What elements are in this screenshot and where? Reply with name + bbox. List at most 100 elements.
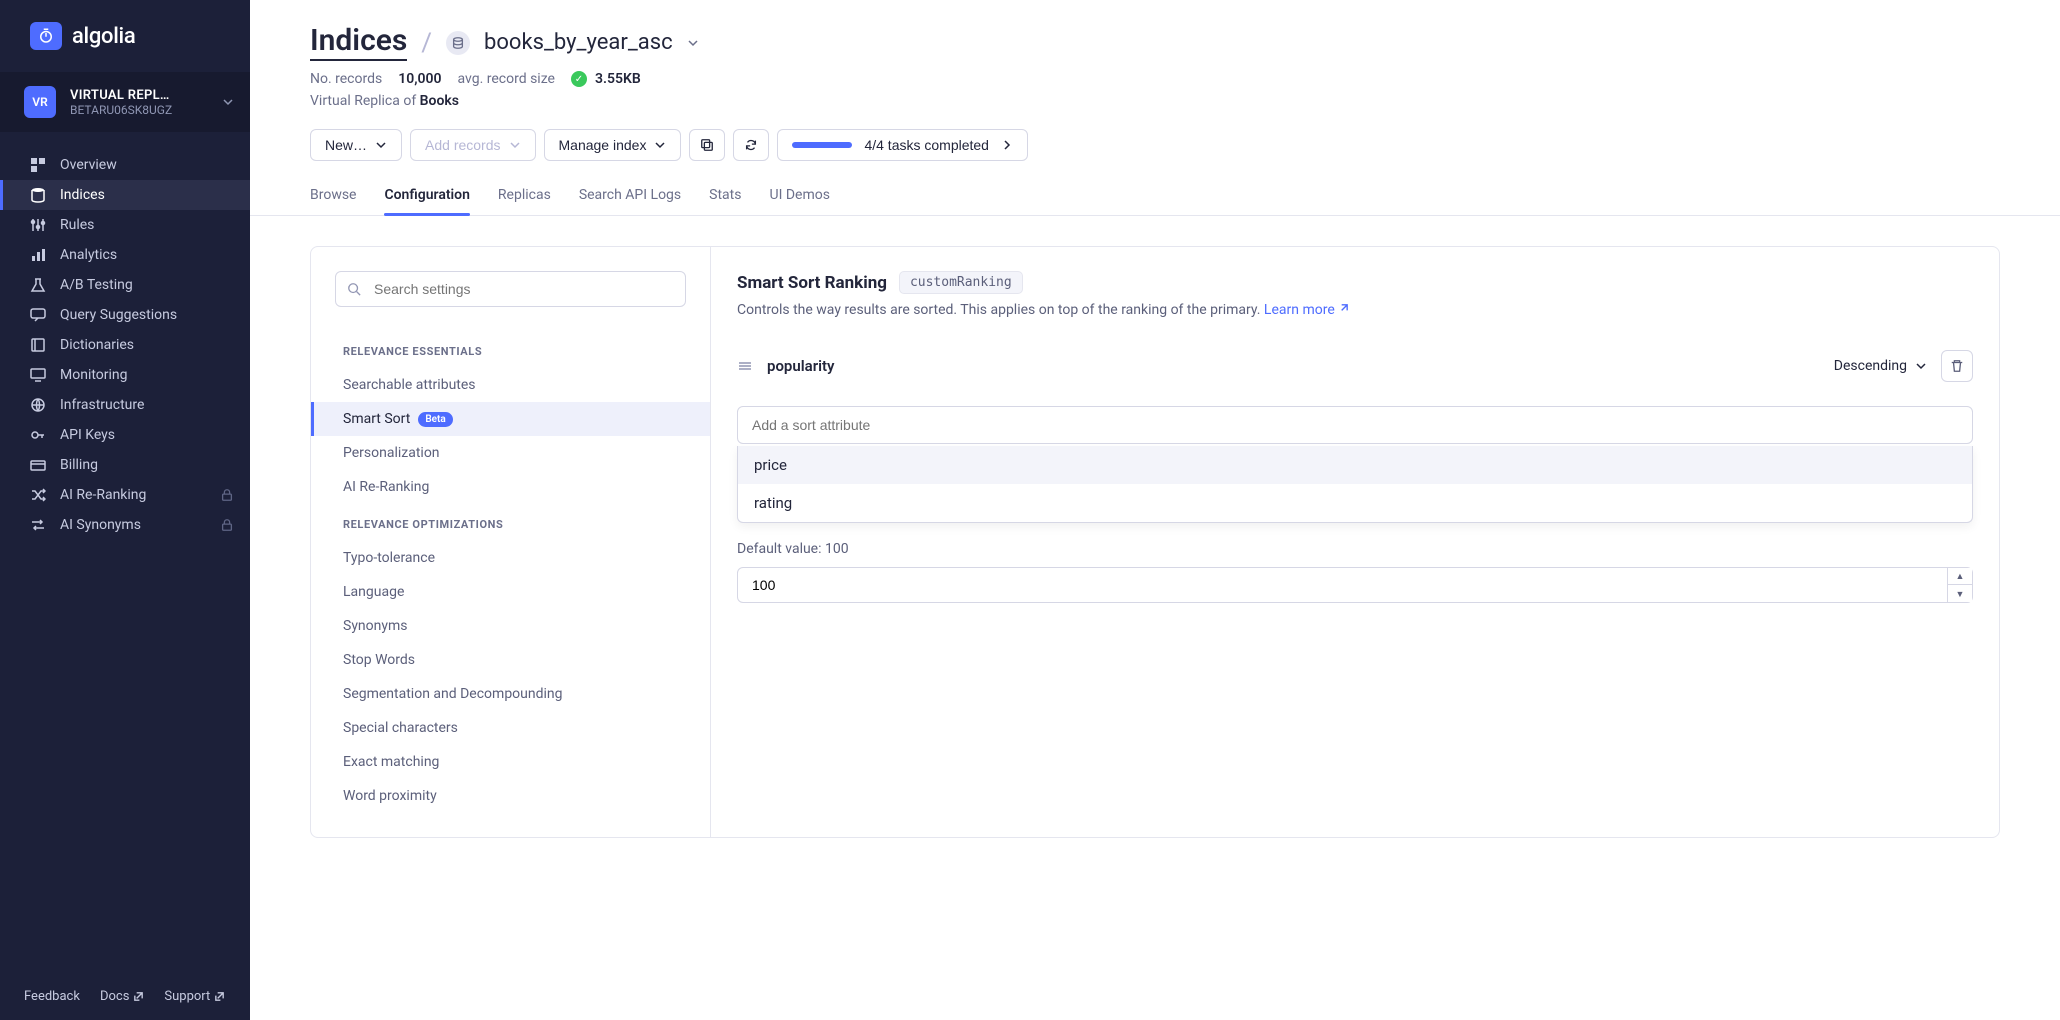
tab-replicas[interactable]: Replicas — [498, 187, 551, 215]
chevron-down-icon — [654, 139, 666, 151]
tab-browse[interactable]: Browse — [310, 187, 356, 215]
tab-search-api-logs[interactable]: Search API Logs — [579, 187, 681, 215]
setting-smart-sort[interactable]: Smart Sort Beta — [311, 402, 710, 436]
card-icon — [30, 457, 46, 473]
desc-text: Controls the way results are sorted. Thi… — [737, 302, 1264, 318]
sort-attribute-row: popularity Descending — [737, 344, 1973, 388]
breadcrumb-index[interactable]: books_by_year_asc — [484, 30, 673, 55]
search-settings-input[interactable] — [335, 271, 686, 307]
nav-label: Infrastructure — [60, 397, 144, 413]
tab-configuration[interactable]: Configuration — [384, 187, 469, 215]
setting-searchable-attributes[interactable]: Searchable attributes — [311, 368, 710, 402]
btn-label: New… — [325, 137, 367, 153]
setting-typo-tolerance[interactable]: Typo-tolerance — [311, 541, 710, 575]
setting-personalization[interactable]: Personalization — [311, 436, 710, 470]
external-icon — [214, 991, 225, 1002]
nav-indices[interactable]: Indices — [0, 180, 250, 210]
setting-exact-matching[interactable]: Exact matching — [311, 745, 710, 779]
refresh-button[interactable] — [733, 129, 769, 161]
nav-ai-reranking[interactable]: AI Re-Ranking — [0, 480, 250, 510]
flask-icon — [30, 277, 46, 293]
key-icon — [30, 427, 46, 443]
setting-synonyms[interactable]: Synonyms — [311, 609, 710, 643]
brand-logo[interactable]: algolia — [0, 0, 250, 72]
dropdown-option-rating[interactable]: rating — [738, 484, 1972, 522]
nav-infrastructure[interactable]: Infrastructure — [0, 390, 250, 420]
refresh-icon — [744, 138, 758, 152]
globe-icon — [30, 397, 46, 413]
sort-order-select[interactable]: Descending — [1834, 358, 1927, 374]
trash-icon — [1950, 359, 1964, 373]
link-text: Learn more — [1264, 302, 1335, 318]
setting-segmentation[interactable]: Segmentation and Decompounding — [311, 677, 710, 711]
dashboard-icon — [30, 157, 46, 173]
nav-label: Analytics — [60, 247, 117, 263]
nav-rules[interactable]: Rules — [0, 210, 250, 240]
lock-icon — [220, 518, 234, 532]
stepper-down[interactable]: ▼ — [1948, 585, 1972, 602]
manage-index-button[interactable]: Manage index — [544, 129, 682, 161]
avg-size-value: 3.55KB — [595, 71, 641, 87]
sort-attribute-label: popularity — [767, 357, 1820, 375]
copy-button[interactable] — [689, 129, 725, 161]
nav-query-suggestions[interactable]: Query Suggestions — [0, 300, 250, 330]
stepper-up[interactable]: ▲ — [1948, 568, 1972, 585]
brand-icon — [30, 22, 62, 50]
nav-ab-testing[interactable]: A/B Testing — [0, 270, 250, 300]
lock-icon — [220, 488, 234, 502]
footer-feedback[interactable]: Feedback — [24, 989, 80, 1004]
setting-label: Smart Sort — [343, 411, 410, 427]
chat-icon — [30, 307, 46, 323]
chevron-down-icon — [509, 139, 521, 151]
copy-icon — [700, 138, 714, 152]
sliders-icon — [30, 217, 46, 233]
chevron-down-icon[interactable] — [687, 37, 699, 49]
tasks-button[interactable]: 4/4 tasks completed — [777, 129, 1028, 161]
footer-label: Support — [164, 989, 210, 1004]
drag-handle-icon[interactable] — [737, 358, 753, 374]
nav-ai-synonyms[interactable]: AI Synonyms — [0, 510, 250, 540]
new-button[interactable]: New… — [310, 129, 402, 161]
setting-stop-words[interactable]: Stop Words — [311, 643, 710, 677]
nav-label: Query Suggestions — [60, 307, 177, 323]
progress-bar — [792, 142, 852, 148]
app-switcher[interactable]: VR VIRTUAL REPL… BETARU06SK8UGZ — [0, 72, 250, 132]
panel-title: Smart Sort Ranking — [737, 273, 887, 293]
footer-support[interactable]: Support — [164, 989, 225, 1004]
breadcrumb-separator: / — [421, 28, 432, 58]
database-icon — [446, 31, 470, 55]
chevron-down-icon — [222, 96, 234, 108]
book-icon — [30, 337, 46, 353]
database-icon — [30, 187, 46, 203]
setting-word-proximity[interactable]: Word proximity — [311, 779, 710, 813]
default-value-input[interactable] — [737, 567, 1948, 603]
tab-ui-demos[interactable]: UI Demos — [769, 187, 829, 215]
nav-label: Monitoring — [60, 367, 128, 383]
add-sort-attribute-input[interactable] — [737, 406, 1973, 444]
learn-more-link[interactable]: Learn more — [1264, 302, 1349, 318]
check-icon: ✓ — [571, 71, 587, 87]
dropdown-option-price[interactable]: price — [738, 446, 1972, 484]
nav-overview[interactable]: Overview — [0, 150, 250, 180]
nav-monitoring[interactable]: Monitoring — [0, 360, 250, 390]
nav-dictionaries[interactable]: Dictionaries — [0, 330, 250, 360]
nav-api-keys[interactable]: API Keys — [0, 420, 250, 450]
records-label: No. records — [310, 71, 382, 87]
replica-primary[interactable]: Books — [420, 93, 459, 109]
delete-button[interactable] — [1941, 350, 1973, 382]
setting-language[interactable]: Language — [311, 575, 710, 609]
breadcrumb-root[interactable]: Indices — [310, 24, 407, 61]
tab-stats[interactable]: Stats — [709, 187, 741, 215]
swap-icon — [30, 517, 46, 533]
chevron-right-icon — [1001, 139, 1013, 151]
nav-billing[interactable]: Billing — [0, 450, 250, 480]
nav-analytics[interactable]: Analytics — [0, 240, 250, 270]
footer-label: Docs — [100, 989, 129, 1004]
setting-ai-reranking[interactable]: AI Re-Ranking — [311, 470, 710, 504]
btn-label: 4/4 tasks completed — [864, 137, 989, 153]
nav-label: Billing — [60, 457, 98, 473]
footer-docs[interactable]: Docs — [100, 989, 144, 1004]
section-relevance-essentials: RELEVANCE ESSENTIALS — [311, 331, 710, 368]
setting-special-characters[interactable]: Special characters — [311, 711, 710, 745]
beta-badge: Beta — [418, 412, 452, 427]
